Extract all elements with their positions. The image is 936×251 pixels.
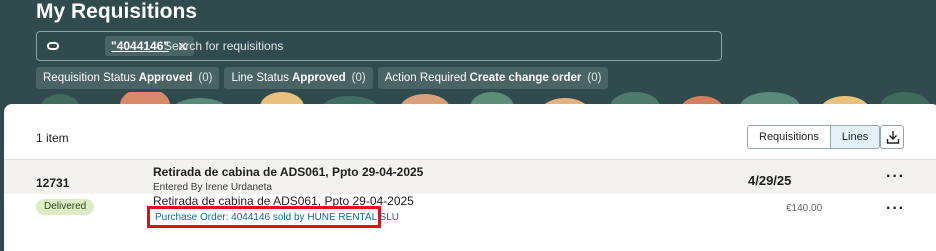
filter-value: Create change order bbox=[469, 72, 582, 84]
requisition-row[interactable]: 12731 Retirada de cabina de ADS061, Ppto… bbox=[4, 159, 936, 194]
filter-label: Requisition Status bbox=[43, 72, 136, 84]
filter-line-status[interactable]: Line Status Approved (0) bbox=[224, 67, 373, 89]
search-input[interactable]: Search for requisitions bbox=[164, 39, 283, 53]
filter-count: (0) bbox=[351, 72, 366, 84]
filter-label: Action Required bbox=[384, 72, 467, 84]
more-icon[interactable]: ··· bbox=[886, 201, 905, 217]
filter-count: (0) bbox=[587, 72, 602, 84]
purchase-order-highlight: Purchase Order: 4044146 sold by HUNE REN… bbox=[147, 206, 399, 228]
results-card: 1 item Requisitions Lines 12731 Retirada… bbox=[4, 104, 936, 251]
line-amount: €140.00 bbox=[786, 203, 823, 214]
page-title: My Requisitions bbox=[36, 0, 198, 23]
search-bar[interactable]: "4044146" ✕ Search for requisitions bbox=[36, 31, 722, 61]
download-icon bbox=[886, 131, 900, 144]
more-icon[interactable]: ··· bbox=[886, 169, 905, 185]
filter-requisition-status[interactable]: Requisition Status Approved (0) bbox=[36, 67, 220, 89]
requisition-date: 4/29/25 bbox=[748, 173, 792, 188]
filter-bar: Requisition Status Approved (0) Line Sta… bbox=[36, 67, 609, 89]
filter-value: Approved bbox=[138, 72, 193, 84]
purchase-order-link[interactable]: Purchase Order: 4044146 sold by HUNE REN… bbox=[155, 212, 399, 223]
page-header: My Requisitions "4044146" ✕ Search for r… bbox=[0, 0, 936, 112]
status-badge: Delivered bbox=[36, 199, 95, 215]
requisition-number: 12731 bbox=[36, 176, 70, 190]
results-count: 1 item bbox=[36, 131, 69, 145]
download-button[interactable] bbox=[880, 125, 904, 149]
view-requisitions-button[interactable]: Requisitions bbox=[748, 126, 830, 148]
search-toggle-icon[interactable] bbox=[47, 42, 59, 50]
filter-label: Line Status bbox=[231, 72, 289, 84]
line-row[interactable]: Delivered Retirada de cabina de ADS061, … bbox=[4, 194, 936, 234]
search-chip-label: "4044146" bbox=[111, 39, 170, 53]
requisition-title[interactable]: Retirada de cabina de ADS061, Ppto 29-04… bbox=[153, 165, 423, 179]
view-lines-button[interactable]: Lines bbox=[829, 126, 880, 148]
filter-value: Approved bbox=[291, 72, 346, 84]
requisition-entered-by: Entered By Irene Urdaneta bbox=[153, 182, 272, 193]
view-toggle: Requisitions Lines bbox=[747, 125, 881, 149]
filter-action-required[interactable]: Action Required Create change order (0) bbox=[377, 67, 609, 89]
filter-count: (0) bbox=[198, 72, 213, 84]
